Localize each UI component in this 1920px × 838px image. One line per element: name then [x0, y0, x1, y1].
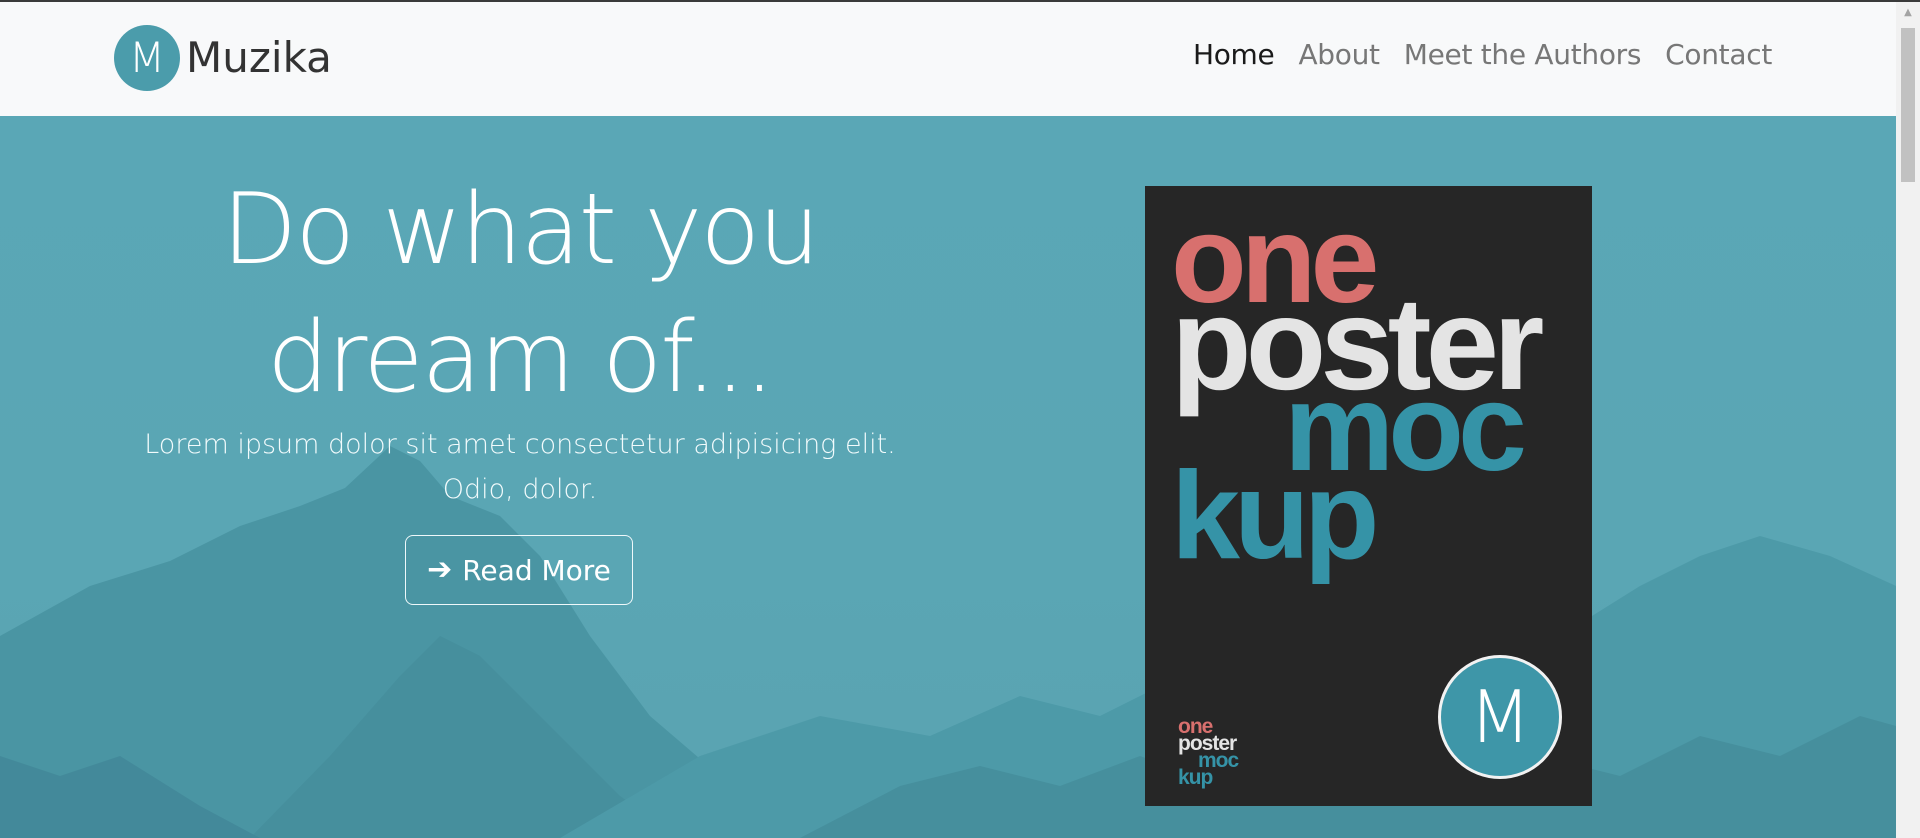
nav-item-about[interactable]: About [1298, 36, 1380, 74]
brand-link[interactable]: M Muzika [114, 24, 332, 92]
poster-badge-logo-icon: M [1438, 655, 1562, 779]
hero-description: Lorem ipsum dolor sit amet consectetur a… [144, 429, 896, 505]
poster-word-kup: kup [1171, 447, 1379, 585]
nav-item-contact[interactable]: Contact [1665, 36, 1772, 74]
brand-name: Muzika [186, 33, 332, 82]
poster-mockup-image: one poster moc kup one poster moc kup M [1145, 186, 1592, 806]
poster-small-word-kup: kup [1178, 766, 1213, 789]
nav-item-meet-the-authors[interactable]: Meet the Authors [1404, 36, 1642, 74]
nav-item-home[interactable]: Home [1193, 36, 1275, 74]
read-more-button[interactable]: ➔ Read More [405, 535, 633, 605]
hero-section: Do what you dream of... Lorem ipsum dolo… [0, 116, 1896, 838]
hero-title-line-2: dream of... [266, 301, 775, 415]
page-scrollbar[interactable]: ▲ [1896, 2, 1920, 838]
scrollbar-thumb[interactable] [1901, 28, 1915, 182]
hero-title: Do what you dream of... [120, 166, 920, 422]
scroll-up-arrow-icon[interactable]: ▲ [1896, 2, 1920, 22]
hero-title-line-1: Do what you [221, 173, 821, 287]
main-nav: Home About Meet the Authors Contact [1193, 36, 1772, 74]
arrow-right-icon: ➔ [427, 552, 453, 587]
read-more-label: Read More [462, 553, 611, 587]
brand-logo-icon: M [114, 25, 180, 91]
navbar: M Muzika Home About Meet the Authors Con… [0, 2, 1896, 116]
